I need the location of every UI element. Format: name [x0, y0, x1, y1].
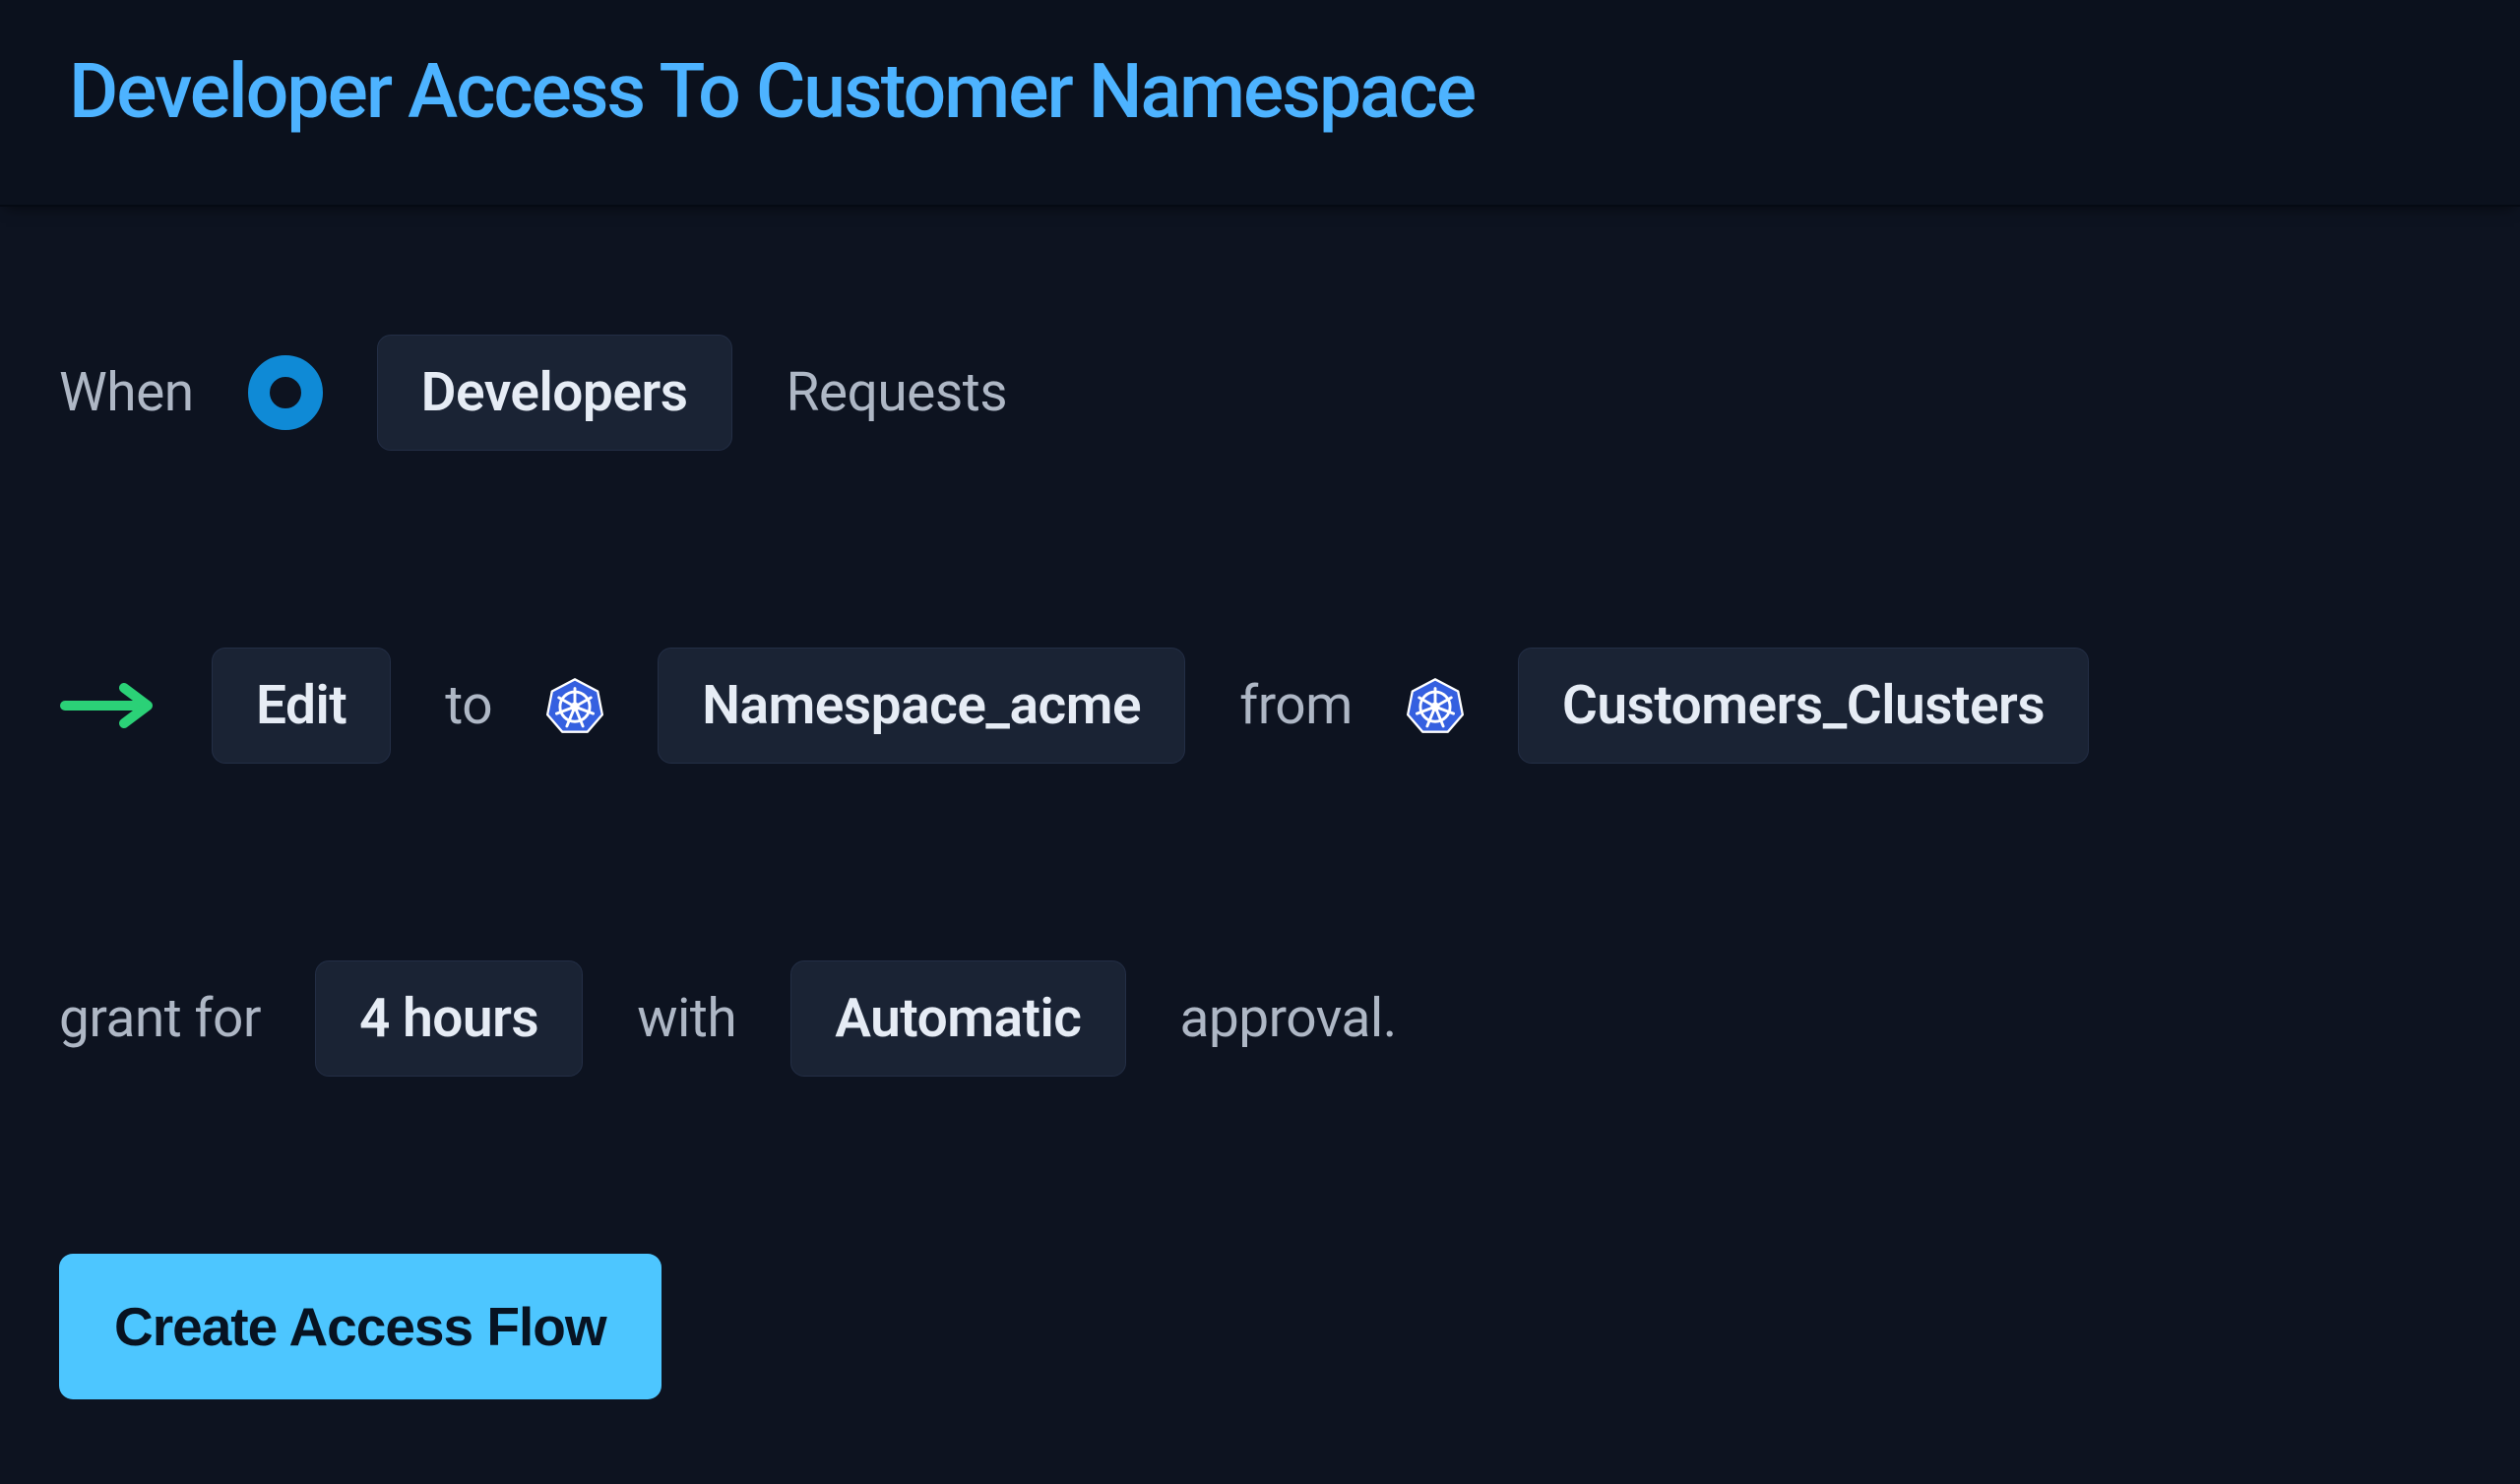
page-title: Developer Access To Customer Namespace: [69, 47, 2451, 136]
requests-label: Requests: [787, 361, 1008, 424]
duration-chip[interactable]: 4 hours: [315, 960, 583, 1077]
kubernetes-icon: [1407, 677, 1464, 734]
flow-row-target: Edit to Namespace_acme from Customers_Cl…: [59, 648, 2461, 764]
page-header: Developer Access To Customer Namespace: [0, 0, 2520, 207]
permission-chip[interactable]: Edit: [212, 648, 391, 764]
flow-builder: When Developers Requests Edit to Namespa…: [0, 207, 2520, 1458]
group-circle-icon: [248, 355, 323, 430]
with-label: with: [637, 987, 736, 1050]
arrow-right-icon: [59, 678, 158, 733]
cluster-chip[interactable]: Customers_Clusters: [1518, 648, 2089, 764]
create-access-flow-button[interactable]: Create Access Flow: [59, 1254, 662, 1399]
to-label: to: [445, 674, 492, 737]
resource-chip[interactable]: Namespace_acme: [658, 648, 1185, 764]
grantee-chip[interactable]: Developers: [377, 335, 732, 451]
approval-chip[interactable]: Automatic: [790, 960, 1125, 1077]
from-label: from: [1239, 674, 1353, 737]
flow-row-trigger: When Developers Requests: [59, 335, 2461, 451]
when-label: When: [59, 361, 194, 424]
flow-row-grant: grant for 4 hours with Automatic approva…: [59, 960, 2461, 1077]
kubernetes-icon: [546, 677, 603, 734]
grant-for-label: grant for: [59, 987, 261, 1050]
approval-suffix: approval.: [1180, 987, 1397, 1050]
